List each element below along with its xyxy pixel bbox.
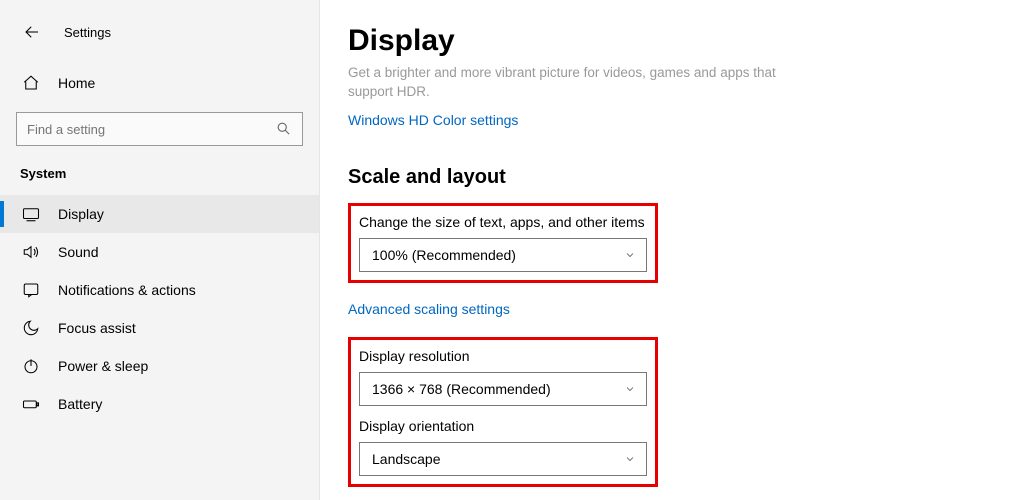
sidebar-item-label: Sound bbox=[58, 244, 98, 260]
sidebar: Settings Home System Display Sound Not bbox=[0, 0, 320, 500]
page-title: Display bbox=[348, 24, 987, 58]
battery-icon bbox=[20, 395, 42, 413]
resolution-label: Display resolution bbox=[359, 348, 647, 364]
notifications-icon bbox=[20, 281, 42, 299]
search-input[interactable] bbox=[27, 122, 276, 137]
sidebar-item-sound[interactable]: Sound bbox=[0, 233, 319, 271]
orientation-value: Landscape bbox=[372, 451, 441, 467]
sidebar-item-label: Power & sleep bbox=[58, 358, 148, 374]
focus-assist-icon bbox=[20, 319, 42, 337]
sidebar-item-label: Focus assist bbox=[58, 320, 136, 336]
resolution-dropdown[interactable]: 1366 × 768 (Recommended) bbox=[359, 372, 647, 406]
chevron-down-icon bbox=[624, 453, 636, 465]
sidebar-item-label: Display bbox=[58, 206, 104, 222]
search-icon bbox=[276, 121, 292, 137]
hd-color-link[interactable]: Windows HD Color settings bbox=[348, 112, 518, 128]
header-row: Settings bbox=[0, 12, 319, 52]
sound-icon bbox=[20, 243, 42, 261]
category-title: System bbox=[0, 160, 319, 195]
orientation-dropdown[interactable]: Landscape bbox=[359, 442, 647, 476]
sidebar-item-battery[interactable]: Battery bbox=[0, 385, 319, 423]
main-content: Display Get a brighter and more vibrant … bbox=[320, 0, 1015, 500]
home-nav[interactable]: Home bbox=[0, 62, 319, 104]
advanced-scaling-link[interactable]: Advanced scaling settings bbox=[348, 301, 510, 317]
back-button[interactable] bbox=[20, 20, 44, 44]
hdr-subtitle: Get a brighter and more vibrant picture … bbox=[348, 64, 808, 102]
sidebar-item-display[interactable]: Display bbox=[0, 195, 319, 233]
home-icon bbox=[20, 74, 42, 92]
app-title: Settings bbox=[64, 25, 111, 40]
scale-dropdown[interactable]: 100% (Recommended) bbox=[359, 238, 647, 272]
scale-label: Change the size of text, apps, and other… bbox=[359, 214, 647, 230]
sidebar-item-label: Notifications & actions bbox=[58, 282, 196, 298]
highlight-box-scale: Change the size of text, apps, and other… bbox=[348, 203, 658, 283]
scale-layout-title: Scale and layout bbox=[348, 166, 987, 189]
resolution-value: 1366 × 768 (Recommended) bbox=[372, 381, 551, 397]
home-label: Home bbox=[58, 75, 95, 91]
sidebar-item-power-sleep[interactable]: Power & sleep bbox=[0, 347, 319, 385]
sidebar-item-focus-assist[interactable]: Focus assist bbox=[0, 309, 319, 347]
search-wrap bbox=[0, 104, 319, 160]
chevron-down-icon bbox=[624, 383, 636, 395]
chevron-down-icon bbox=[624, 249, 636, 261]
sidebar-item-label: Battery bbox=[58, 396, 102, 412]
back-arrow-icon bbox=[23, 23, 41, 41]
display-icon bbox=[20, 205, 42, 223]
orientation-label: Display orientation bbox=[359, 418, 647, 434]
highlight-box-resolution: Display resolution 1366 × 768 (Recommend… bbox=[348, 337, 658, 487]
power-icon bbox=[20, 357, 42, 375]
sidebar-item-notifications[interactable]: Notifications & actions bbox=[0, 271, 319, 309]
search-box[interactable] bbox=[16, 112, 303, 146]
scale-value: 100% (Recommended) bbox=[372, 247, 516, 263]
